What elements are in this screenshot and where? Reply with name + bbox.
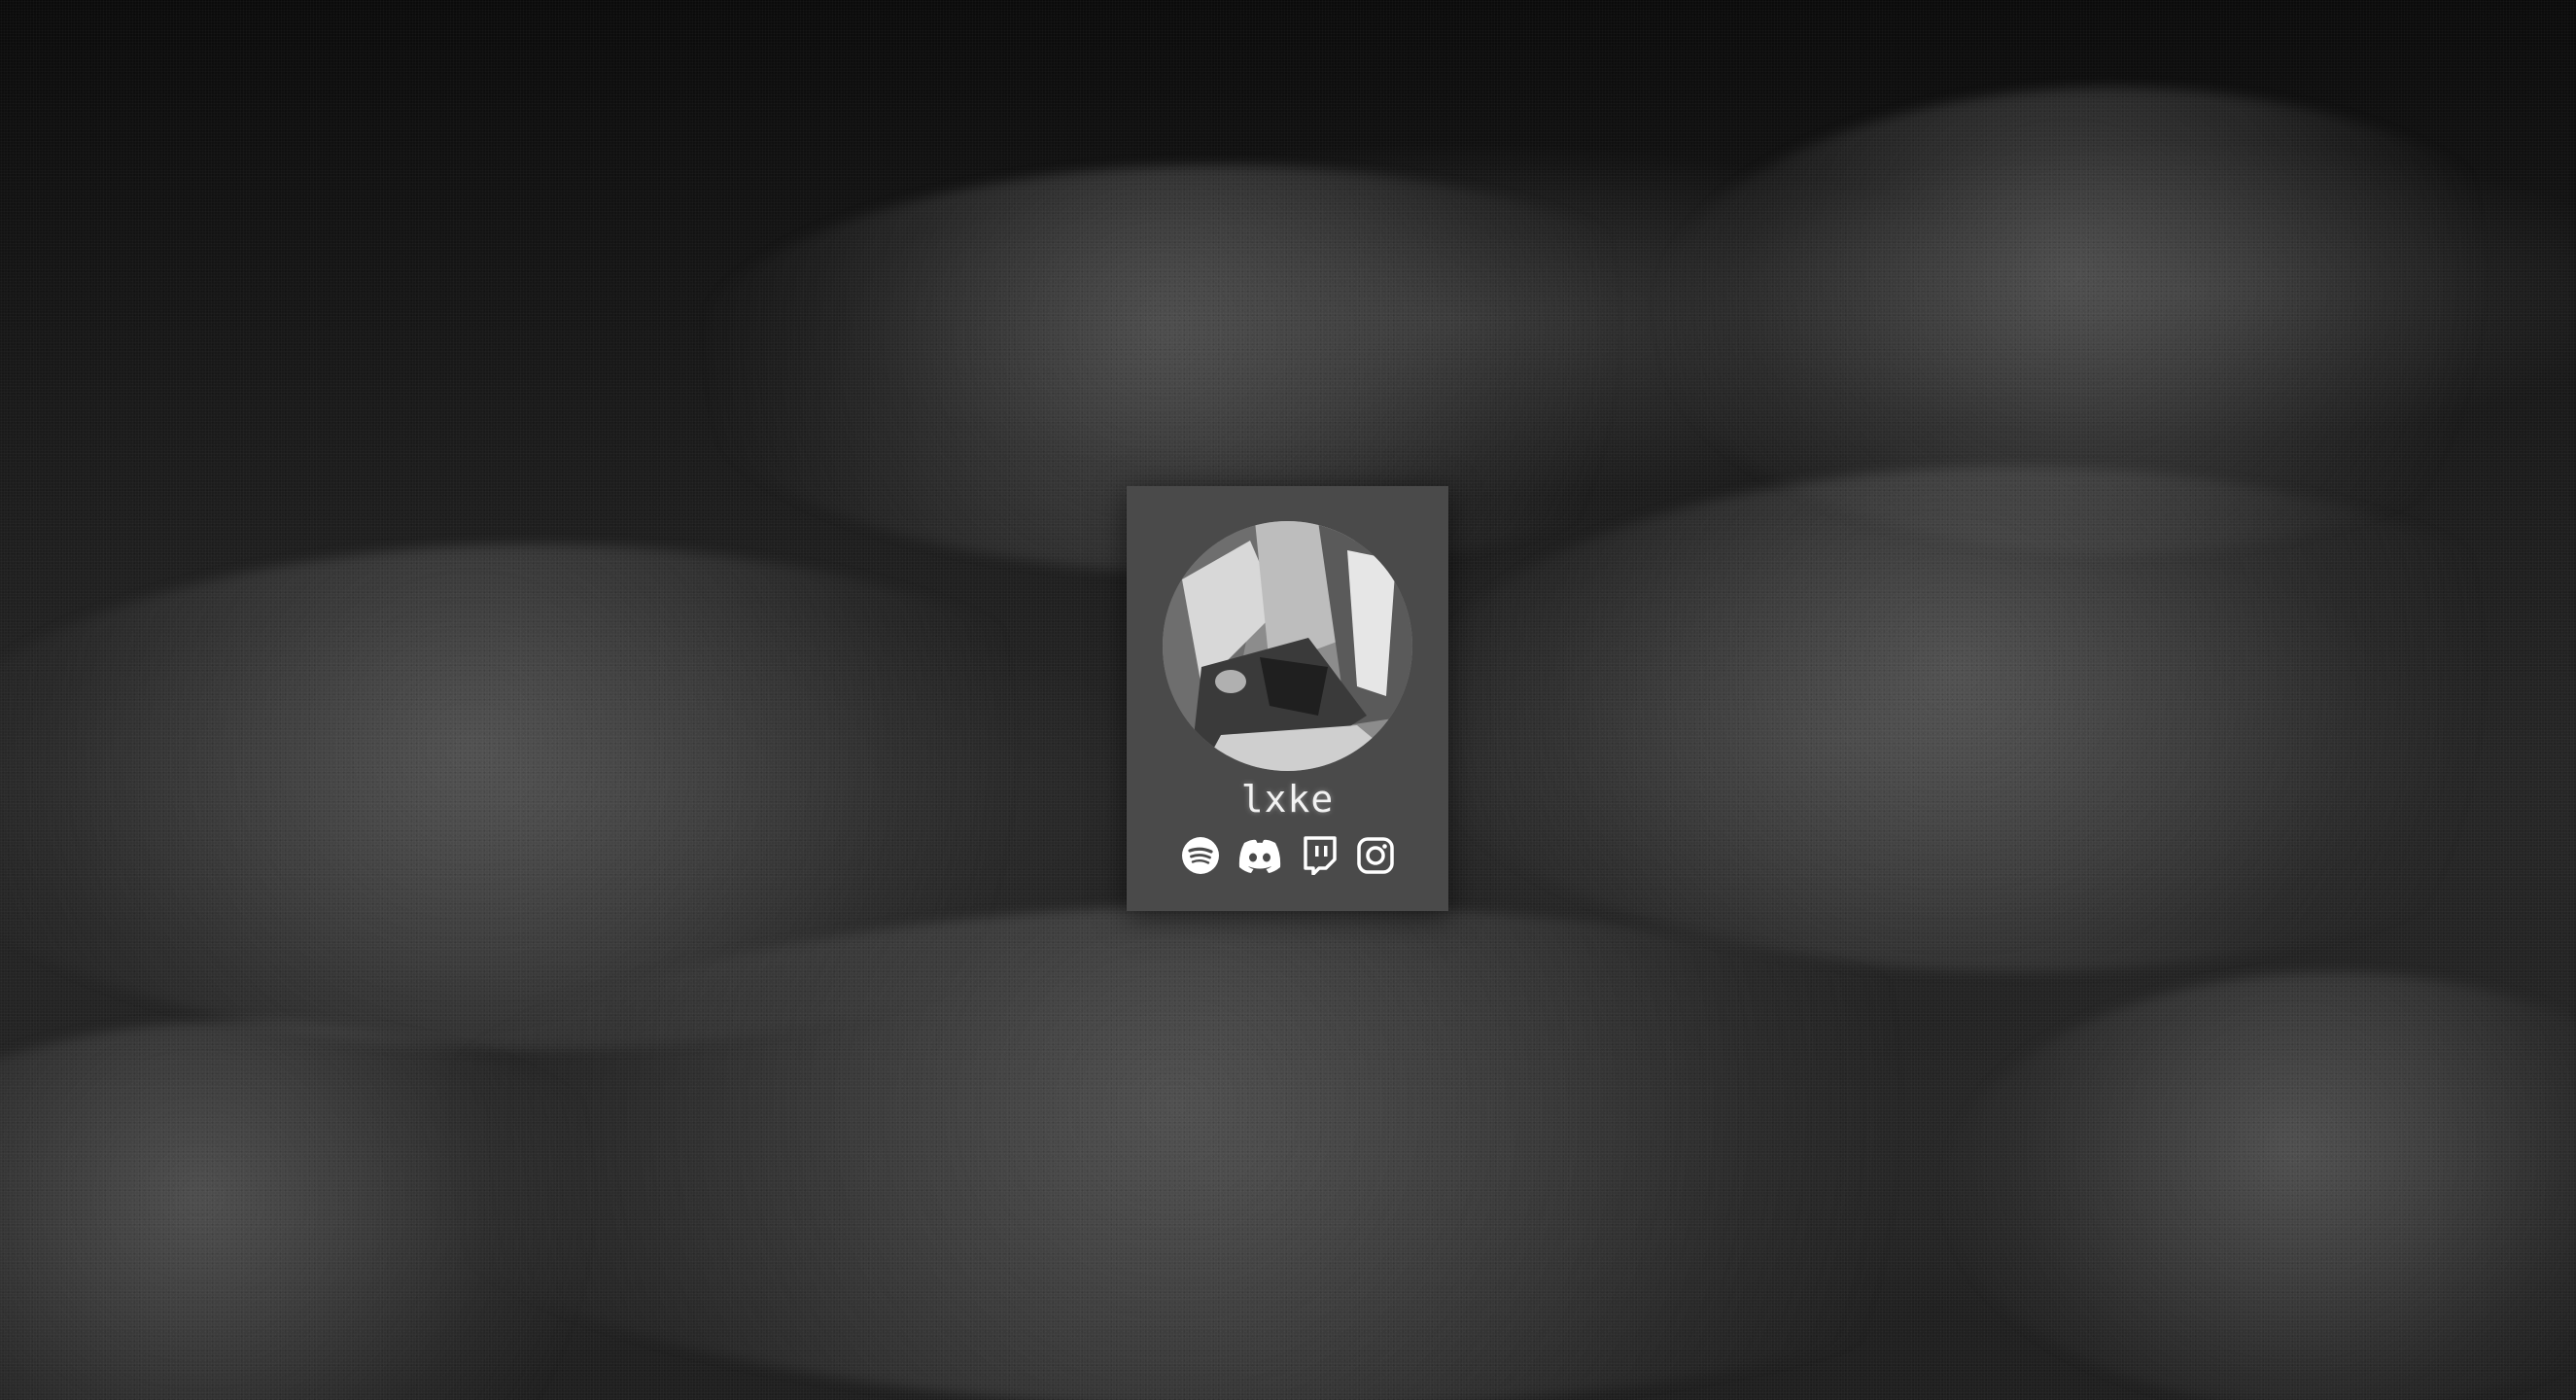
- spotify-icon: [1181, 837, 1219, 874]
- spotify-link[interactable]: [1179, 834, 1222, 877]
- twitch-link[interactable]: [1298, 834, 1340, 877]
- avatar: [1163, 521, 1412, 771]
- cloud: [1410, 467, 2576, 972]
- profile-card: lxke: [1127, 486, 1448, 911]
- username: lxke: [1240, 778, 1335, 821]
- cloud-background: lxke: [0, 0, 2576, 1400]
- avatar-photo: [1163, 521, 1412, 771]
- instagram-icon: [1356, 837, 1394, 874]
- cloud: [389, 904, 2139, 1400]
- twitch-icon: [1303, 836, 1337, 875]
- instagram-link[interactable]: [1354, 834, 1397, 877]
- cloud: [1944, 972, 2576, 1400]
- discord-link[interactable]: [1236, 834, 1284, 877]
- discord-icon: [1238, 839, 1280, 873]
- social-links: [1127, 832, 1448, 879]
